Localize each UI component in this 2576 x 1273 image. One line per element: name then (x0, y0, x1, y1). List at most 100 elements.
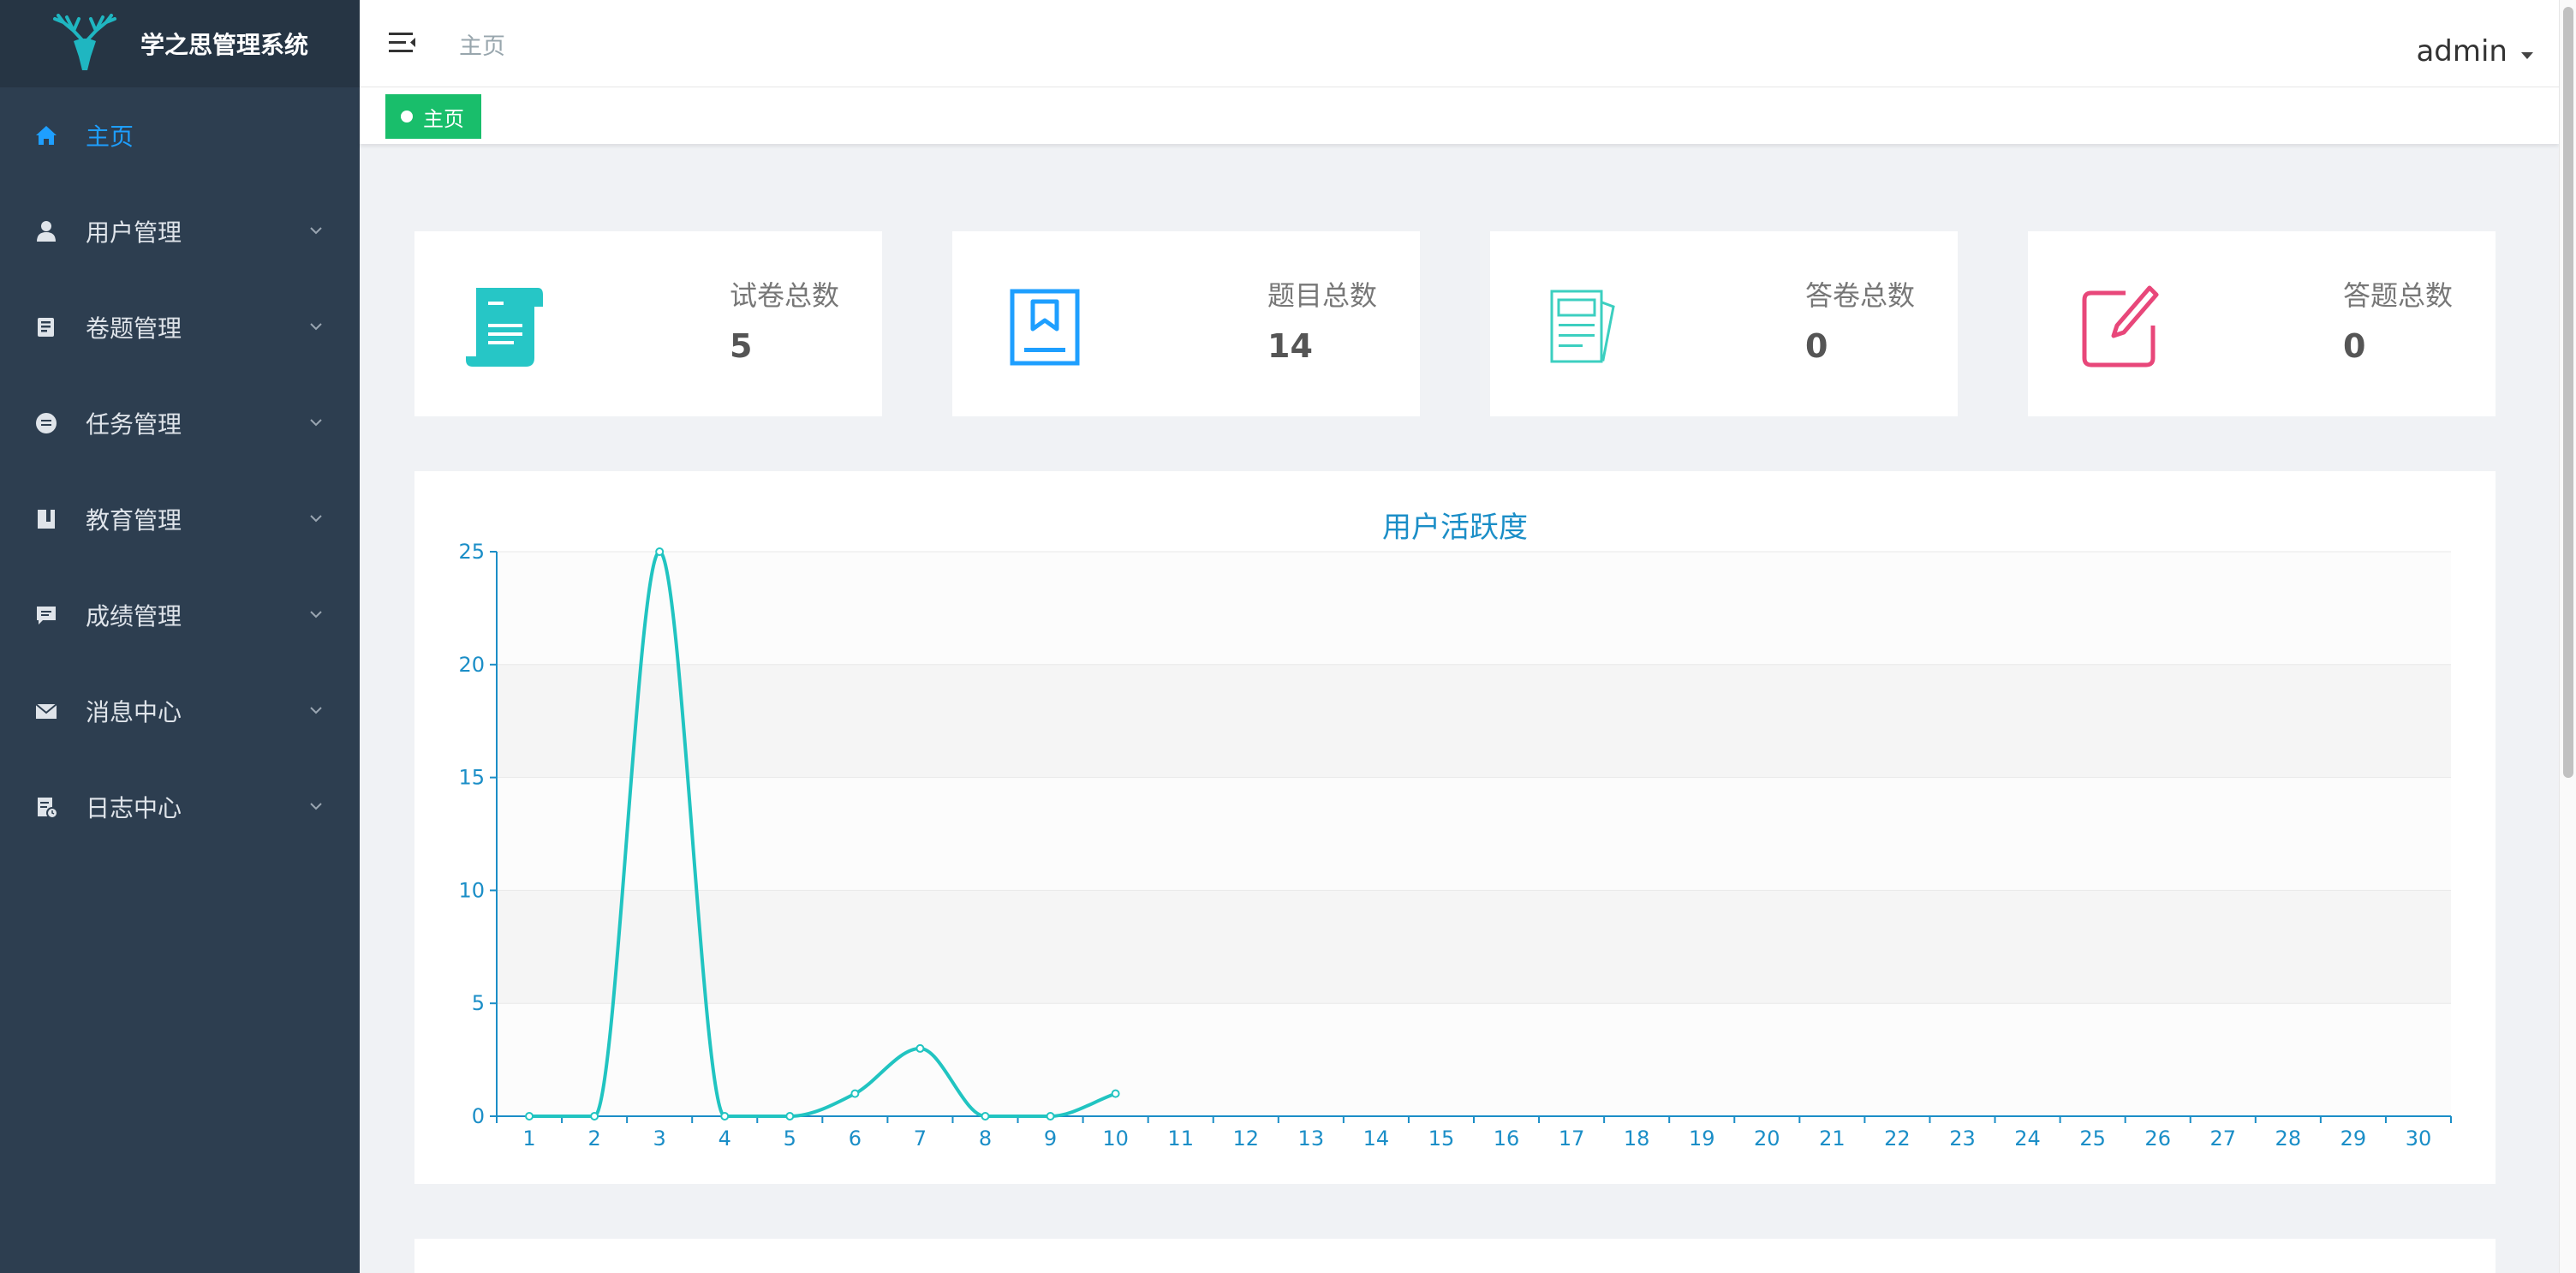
sidebar-item-label: 成绩管理 (86, 602, 182, 631)
data-point (915, 1043, 925, 1053)
menu-collapse-icon[interactable] (387, 27, 418, 58)
chevron-down-icon (310, 707, 322, 714)
book-icon (34, 315, 58, 339)
sidebar-item-log-center[interactable]: 日志中心 (0, 759, 360, 855)
data-point (1111, 1089, 1120, 1098)
grid-band (497, 664, 2451, 778)
stat-card-questions[interactable]: 题目总数 14 (952, 231, 1420, 416)
x-tick-label: 14 (1363, 1127, 1390, 1150)
chevron-down-icon (310, 323, 322, 331)
grid-band (497, 777, 2451, 891)
sidebar-item-home[interactable]: 主页 (0, 87, 360, 183)
mail-icon (34, 699, 58, 723)
data-point (1046, 1112, 1055, 1121)
education-icon (34, 507, 58, 531)
y-tick-label: 10 (458, 878, 485, 902)
grid-band (497, 1003, 2451, 1116)
card-title: 答题总数 (2343, 279, 2454, 312)
tab-label: 主页 (423, 106, 464, 131)
sidebar-item-task-management[interactable]: 任务管理 (0, 375, 360, 471)
home-icon (34, 123, 58, 147)
x-tick-label: 15 (1428, 1127, 1455, 1150)
stat-card-papers[interactable]: 试卷总数 5 (414, 231, 882, 416)
x-tick-label: 7 (914, 1127, 927, 1150)
x-tick-label: 22 (1884, 1127, 1911, 1150)
page-scrollbar[interactable] (2559, 0, 2576, 1273)
x-tick-label: 2 (587, 1127, 600, 1150)
tab-home[interactable]: 主页 (385, 94, 481, 139)
card-title: 题目总数 (1267, 279, 1378, 312)
chevron-down-icon (310, 419, 322, 427)
x-tick-label: 24 (2014, 1127, 2041, 1150)
sidebar-item-label: 日志中心 (86, 794, 182, 822)
x-tick-label: 11 (1167, 1127, 1194, 1150)
sidebar-item-score-management[interactable]: 成绩管理 (0, 567, 360, 663)
x-tick-label: 17 (1559, 1127, 1585, 1150)
x-tick-label: 10 (1102, 1127, 1129, 1150)
sidebar-item-exam-management[interactable]: 卷题管理 (0, 279, 360, 375)
x-tick-label: 23 (1949, 1127, 1976, 1150)
data-point (850, 1089, 860, 1098)
sidebar-item-label: 消息中心 (86, 698, 182, 726)
sidebar-item-label: 用户管理 (86, 218, 182, 247)
chevron-down-icon (310, 803, 322, 810)
x-tick-label: 30 (2406, 1127, 2432, 1150)
data-point (785, 1112, 795, 1121)
chevron-down-icon (310, 515, 322, 523)
deer-logo-icon (53, 14, 116, 70)
card-value: 14 (1267, 327, 1313, 365)
username: admin (2416, 34, 2507, 69)
sidebar-item-education-management[interactable]: 教育管理 (0, 471, 360, 567)
x-tick-label: 5 (784, 1127, 796, 1150)
data-point (655, 547, 665, 556)
x-tick-label: 16 (1494, 1127, 1520, 1150)
active-dot-icon (401, 111, 413, 123)
sidebar-item-label: 任务管理 (86, 410, 182, 439)
sidebar-item-label: 主页 (86, 123, 134, 151)
top-header: 主页 admin (360, 0, 2559, 87)
documents-icon (1550, 290, 1615, 363)
user-activity-chart: 用户活跃度 0 5 10 15 20 25 1 2 3 4 5 6 7 8 9 10 11 12 13 14 15 16 1… (414, 471, 2496, 1184)
card-value: 0 (2343, 327, 2366, 365)
scrollbar-thumb[interactable] (2563, 7, 2573, 778)
x-tick-label: 6 (849, 1127, 862, 1150)
x-tick-label: 25 (2079, 1127, 2106, 1150)
user-dropdown[interactable]: admin (2416, 34, 2533, 69)
bookmark-book-icon (1010, 289, 1080, 366)
x-tick-label: 21 (1819, 1127, 1846, 1150)
x-tick-label: 4 (719, 1127, 731, 1150)
x-tick-label: 13 (1298, 1127, 1325, 1150)
edit-icon (2082, 285, 2159, 368)
x-tick-label: 12 (1232, 1127, 1259, 1150)
card-value: 0 (1805, 327, 1828, 365)
paper-scroll-icon (466, 288, 543, 367)
data-point (720, 1112, 730, 1121)
message-icon (34, 603, 58, 627)
sidebar-item-user-management[interactable]: 用户管理 (0, 183, 360, 279)
card-title: 答卷总数 (1805, 279, 1916, 312)
breadcrumb[interactable]: 主页 (459, 27, 505, 61)
y-tick-label: 15 (458, 766, 485, 790)
stat-card-answer-sheets[interactable]: 答卷总数 0 (1490, 231, 1958, 416)
logo-bar: 学之思管理系统 (0, 0, 360, 87)
chevron-down-icon (310, 227, 322, 235)
tags-view: 主页 (360, 87, 2559, 144)
x-tick-label: 1 (522, 1127, 535, 1150)
y-tick-label: 25 (458, 540, 485, 564)
log-icon (34, 795, 58, 819)
data-point (981, 1112, 990, 1121)
user-icon (34, 219, 58, 243)
card-title: 试卷总数 (730, 279, 840, 312)
x-tick-label: 27 (2209, 1127, 2236, 1150)
y-tick-label: 20 (458, 653, 485, 677)
x-tick-label: 20 (1754, 1127, 1780, 1150)
line-chart: 05101520251 2 3 4 5 6 7 8 9 10 11 12 13 14 15 16 17 18 19 2… (458, 540, 2452, 1150)
sidebar-item-message-center[interactable]: 消息中心 (0, 663, 360, 759)
x-tick-label: 9 (1044, 1127, 1057, 1150)
x-tick-label: 28 (2275, 1127, 2302, 1150)
x-tick-label: 3 (653, 1127, 666, 1150)
stat-card-answers[interactable]: 答题总数 0 (2028, 231, 2496, 416)
x-tick-label: 29 (2340, 1127, 2367, 1150)
sidebar-item-label: 卷题管理 (86, 314, 182, 343)
x-tick-label: 8 (979, 1127, 992, 1150)
